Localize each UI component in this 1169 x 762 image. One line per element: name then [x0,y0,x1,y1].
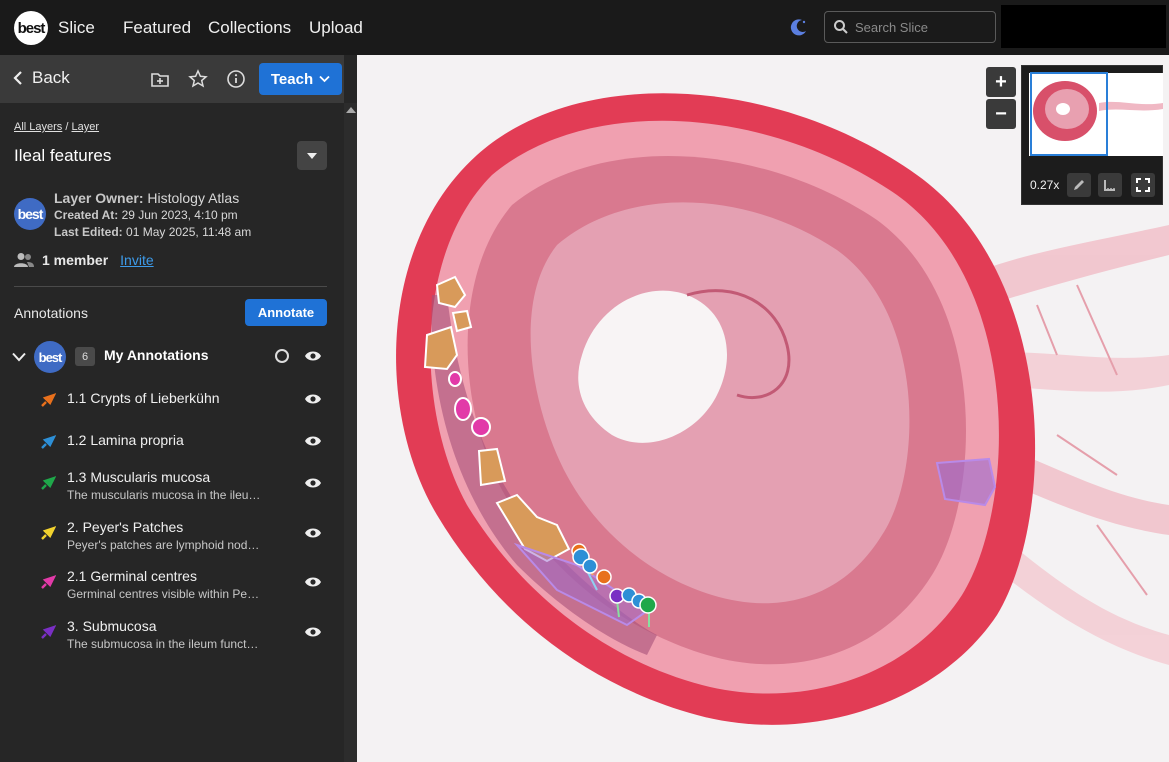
nav-featured[interactable]: Featured [123,18,191,38]
annotation-title: 1.1 Crypts of Lieberkühn [67,390,220,406]
annotation-item-muscularis-mucosa[interactable]: 1.3 Muscularis mucosa The muscularis muc… [40,469,330,509]
search-input[interactable] [855,19,985,35]
layer-sidebar: Back Teach All Layers / Layer Ileal feat… [0,55,357,762]
members-row: 1 member Invite [14,252,154,268]
back-label: Back [32,68,70,87]
teach-button[interactable]: Teach [259,63,342,95]
group-select-radio[interactable] [275,349,289,363]
ruler-icon [1104,180,1115,191]
breadcrumb: All Layers / Layer [14,121,99,133]
eye-icon[interactable] [304,393,322,405]
breadcrumb-separator: / [65,121,69,133]
pencil-tool-button[interactable] [1067,173,1091,197]
scroll-up-arrow[interactable] [346,107,356,113]
eye-icon[interactable] [304,527,322,539]
members-icon [14,253,34,267]
annotations-heading: Annotations [14,305,88,321]
member-count: 1 member [42,252,109,268]
annotation-item-crypts[interactable]: 1.1 Crypts of Lieberkühn [40,390,330,420]
zoom-out-button[interactable]: − [986,99,1016,129]
annotation-title: 3. Submucosa [67,618,157,634]
owner-avatar: best [14,198,46,230]
last-edited: Last Edited: 01 May 2025, 11:48 am [54,225,252,239]
annotation-title: 1.2 Lamina propria [67,432,184,448]
star-icon[interactable] [188,69,208,89]
ruler-tool-button[interactable] [1098,173,1122,197]
eye-icon[interactable] [304,477,322,489]
caret-down-icon [307,152,317,159]
nav-collections[interactable]: Collections [208,18,291,38]
group-avatar: best [34,341,66,373]
annotation-title: 2. Peyer's Patches [67,519,184,535]
group-title: My Annotations [104,347,209,363]
chevron-left-icon [13,71,22,85]
brand-name[interactable]: Slice [58,18,95,38]
search-icon [834,20,848,34]
search-box[interactable] [824,11,996,43]
breadcrumb-all-layers[interactable]: All Layers [14,121,62,133]
info-icon[interactable] [226,69,246,89]
best-logo[interactable]: best [14,11,48,45]
nav-upload[interactable]: Upload [309,18,363,38]
sidebar-header: Back Teach [0,55,344,103]
pin-icon [41,575,56,589]
pin-icon [41,393,56,407]
annotation-description: Peyer's patches are lymphoid nod… [67,538,260,552]
pin-icon [41,526,56,540]
layer-menu-button[interactable] [297,141,327,170]
add-to-folder-icon[interactable] [150,69,170,89]
teach-label: Teach [270,70,314,88]
zoom-level: 0.27x [1030,178,1060,192]
dark-mode-icon[interactable] [789,17,809,37]
annotation-count-badge: 6 [75,347,95,366]
annotation-description: The muscularis mucosa in the ileu… [67,488,261,502]
eye-icon[interactable] [304,626,322,638]
pin-icon [41,435,56,449]
fullscreen-icon [1136,178,1150,192]
top-navigation-bar: best Slice Featured Collections Upload [0,0,1169,55]
chevron-down-icon[interactable] [12,352,26,362]
pin-icon [41,476,56,490]
eye-icon[interactable] [304,435,322,447]
eye-icon[interactable] [304,576,322,588]
zoom-in-button[interactable]: + [986,67,1016,97]
annotation-item-lamina-propria[interactable]: 1.2 Lamina propria [40,432,330,462]
breadcrumb-layer[interactable]: Layer [71,121,99,133]
pin-icon [41,625,56,639]
divider [14,286,327,287]
created-at: Created At: 29 Jun 2023, 4:10 pm [54,208,238,222]
account-area[interactable] [1001,5,1166,48]
back-button[interactable]: Back [12,68,70,88]
annotation-title: 2.1 Germinal centres [67,568,197,584]
annotate-button[interactable]: Annotate [245,299,327,326]
annotation-title: 1.3 Muscularis mucosa [67,469,211,485]
layer-owner: Layer Owner: Histology Atlas [54,190,240,206]
fullscreen-button[interactable] [1131,173,1155,197]
annotation-group[interactable]: best 6 My Annotations [10,341,330,373]
annotation-right-submucosa[interactable] [935,457,997,507]
invite-link[interactable]: Invite [120,252,153,268]
chevron-down-icon [319,75,330,83]
pencil-icon [1074,180,1084,190]
minimap[interactable]: 0.27x [1021,65,1163,205]
annotation-item-submucosa[interactable]: 3. Submucosa The submucosa in the ileum … [40,618,330,658]
eye-icon[interactable] [304,350,322,362]
sidebar-scrollbar[interactable] [344,103,357,762]
minimap-viewport[interactable] [1030,72,1108,156]
annotation-item-peyers-patches[interactable]: 2. Peyer's Patches Peyer's patches are l… [40,519,330,559]
annotation-item-germinal-centres[interactable]: 2.1 Germinal centres Germinal centres vi… [40,568,330,608]
annotation-description: Germinal centres visible within Pe… [67,587,260,601]
layer-title: Ileal features [14,146,112,165]
annotation-description: The submucosa in the ileum funct… [67,637,259,651]
